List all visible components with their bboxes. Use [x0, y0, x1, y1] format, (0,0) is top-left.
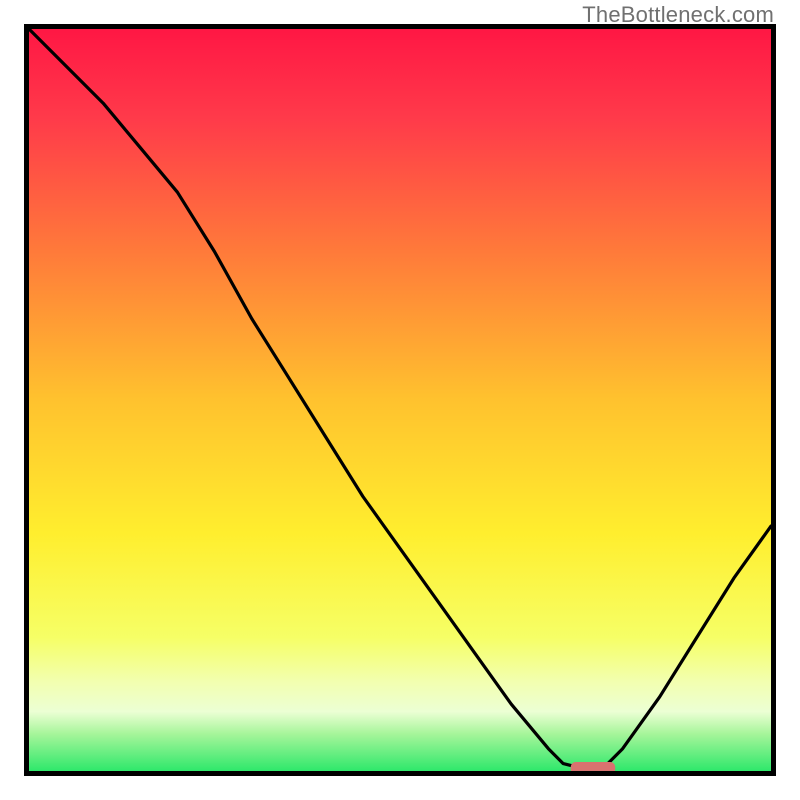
chart-frame: [24, 24, 776, 776]
gradient-background: [29, 29, 771, 771]
bottleneck-chart: [29, 29, 771, 771]
optimal-range-marker: [571, 762, 616, 771]
